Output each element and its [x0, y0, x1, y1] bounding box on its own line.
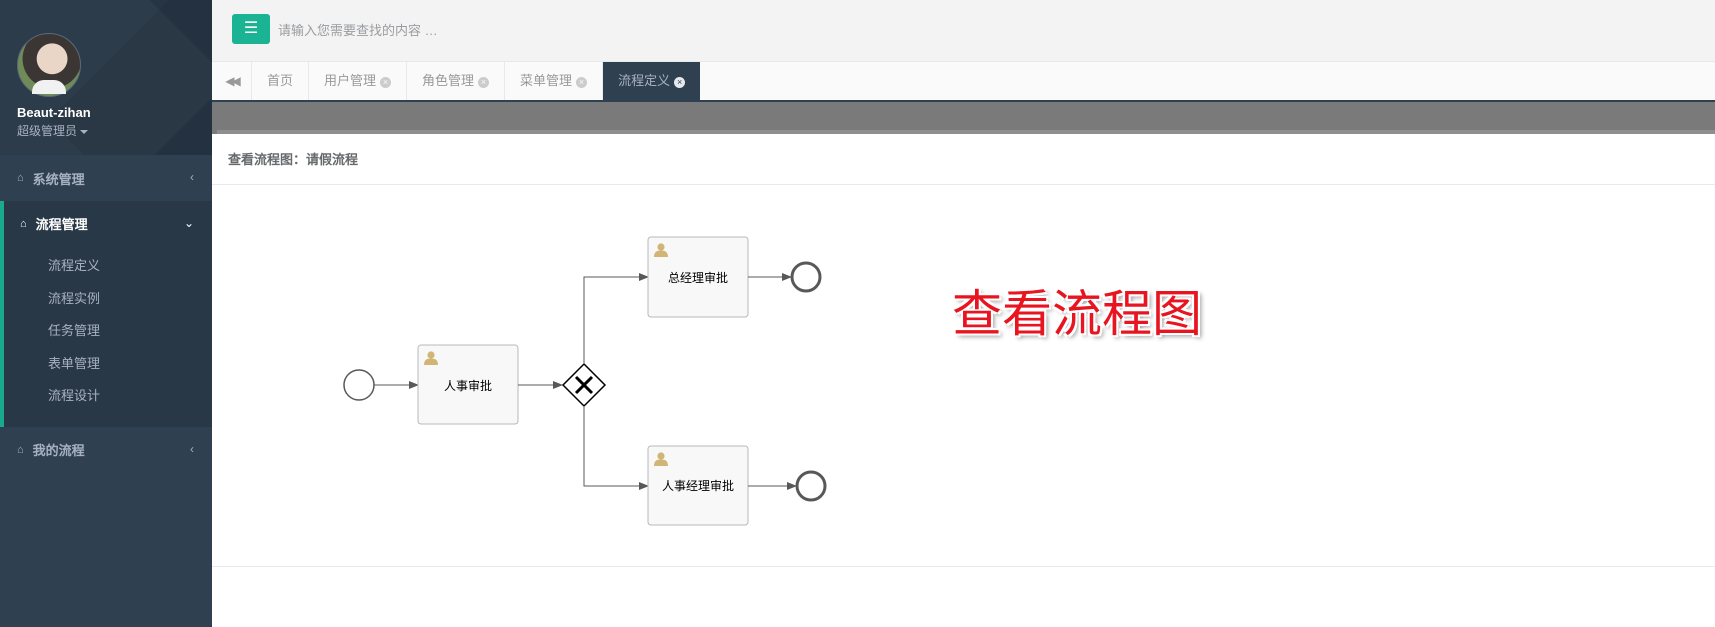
tab-list: 首页 用户管理 × 角色管理 × 菜单管理 × 流程定义 × — [252, 62, 701, 100]
tab-process-definition[interactable]: 流程定义 × — [603, 62, 701, 100]
task-gm-review[interactable]: 总经理审批 — [647, 236, 749, 318]
avatar[interactable] — [17, 33, 81, 97]
overlay-caption: 查看流程图 — [952, 286, 1202, 342]
sidebar-item-label: 系统管理 — [32, 171, 85, 187]
chevron-down-icon: ⌄ — [183, 216, 194, 230]
search-input[interactable] — [278, 16, 778, 44]
sidebar-item-label: 流程管理 — [35, 217, 88, 232]
close-icon[interactable]: × — [478, 77, 490, 88]
sidebar-subitem-task-management[interactable]: 任务管理 — [4, 315, 212, 348]
chevron-left-icon: ‹ — [190, 441, 194, 456]
menu-toggle-button[interactable]: ☰ — [232, 14, 270, 44]
page-tabs: ◀◀ 首页 用户管理 × 角色管理 × 菜单管理 × 流程定义 × — [212, 62, 1715, 102]
user-role-label: 超级管理员 — [17, 124, 78, 138]
user-profile: Beaut-zihan 超级管理员 — [0, 0, 212, 155]
user-name[interactable]: Beaut-zihan — [17, 105, 212, 120]
panel-divider — [212, 566, 1715, 567]
sidebar-group-process: ⌂ 流程管理 ⌄ 流程定义 流程实例 任务管理 表单管理 流程设计 — [0, 201, 212, 427]
start-event[interactable] — [343, 369, 375, 401]
tab-label: 菜单管理 — [520, 73, 573, 88]
end-event[interactable] — [795, 470, 827, 502]
home-icon: ⌂ — [20, 217, 27, 230]
modal-backdrop — [212, 102, 1715, 134]
top-navbar: ☰ — [212, 0, 1715, 62]
tab-user-management[interactable]: 用户管理 × — [309, 62, 408, 100]
sidebar-submenu: 流程定义 流程实例 任务管理 表单管理 流程设计 — [4, 246, 212, 427]
task-label: 人事经理审批 — [662, 478, 734, 493]
process-diagram-panel: 查看流程图：请假流程 人事审批 总经理审批 人事经理审批 查看流程图 — [212, 134, 1715, 627]
home-icon: ⌂ — [17, 443, 24, 456]
panel-title: 查看流程图：请假流程 — [212, 134, 1715, 185]
end-event[interactable] — [790, 261, 822, 293]
exclusive-gateway[interactable] — [561, 362, 607, 408]
tab-menu-management[interactable]: 菜单管理 × — [505, 62, 604, 100]
sidebar-item-process[interactable]: ⌂ 流程管理 ⌄ — [4, 201, 212, 246]
task-hr-manager-review[interactable]: 人事经理审批 — [647, 445, 749, 526]
sequence-flow — [583, 273, 649, 364]
tab-role-management[interactable]: 角色管理 × — [407, 62, 506, 100]
tabs-scroll-left-button[interactable]: ◀◀ — [212, 62, 252, 100]
sidebar-subitem-process-design[interactable]: 流程设计 — [4, 380, 212, 413]
sidebar-subitem-process-definition[interactable]: 流程定义 — [4, 250, 212, 283]
tab-label: 用户管理 — [324, 73, 377, 88]
chevron-left-icon: ‹ — [190, 170, 194, 184]
tab-home[interactable]: 首页 — [252, 62, 310, 100]
user-role-dropdown[interactable]: 超级管理员 — [17, 122, 212, 139]
sidebar-item-system[interactable]: ⌂ 系统管理 ‹ — [0, 155, 212, 201]
sidebar-item-my-process[interactable]: ⌂ 我的流程 ‹ — [0, 427, 212, 473]
close-icon[interactable]: × — [674, 77, 686, 88]
caret-down-icon — [80, 129, 89, 134]
tab-label: 角色管理 — [422, 73, 475, 88]
task-label: 人事审批 — [444, 378, 492, 393]
sequence-flow — [583, 406, 649, 490]
double-chevron-left-icon: ◀◀ — [225, 74, 241, 88]
home-icon: ⌂ — [17, 172, 24, 184]
close-icon[interactable]: × — [380, 77, 392, 88]
hamburger-icon: ☰ — [243, 20, 259, 37]
tab-label: 首页 — [267, 73, 294, 88]
sidebar-subitem-process-instance[interactable]: 流程实例 — [4, 283, 212, 316]
sidebar-subitem-form-management[interactable]: 表单管理 — [4, 348, 212, 381]
task-label: 总经理审批 — [668, 270, 728, 285]
tab-label: 流程定义 — [618, 73, 671, 88]
close-icon[interactable]: × — [576, 77, 588, 88]
bpmn-diagram: 人事审批 总经理审批 人事经理审批 — [343, 236, 827, 526]
task-hr-review[interactable]: 人事审批 — [417, 344, 519, 425]
sidebar: Beaut-zihan 超级管理员 ⌂ 系统管理 ‹ ⌂ 流程管理 ⌄ 流程定义… — [0, 0, 212, 627]
sidebar-item-label: 我的流程 — [32, 443, 85, 458]
